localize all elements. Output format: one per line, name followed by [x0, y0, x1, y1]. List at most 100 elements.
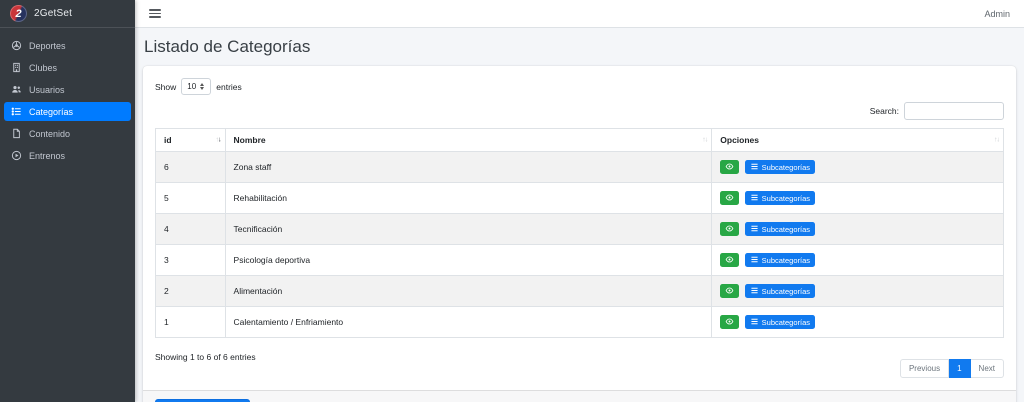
eye-icon	[725, 286, 734, 297]
categories-table: id ↑↓ Nombre ↑↓ Opciones ↑↓	[155, 128, 1004, 338]
sidebar-item-label: Contenido	[29, 129, 70, 139]
cell-opciones: Subcategorías	[712, 307, 1004, 338]
categories-card: Show 10 entries Search: id	[143, 66, 1016, 402]
cell-id: 1	[156, 307, 226, 338]
sidebar-item-usuarios[interactable]: Usuarios	[4, 80, 131, 99]
eye-icon	[725, 317, 734, 328]
sidebar-item-label: Deportes	[29, 41, 66, 51]
sidebar-item-clubes[interactable]: Clubes	[4, 58, 131, 77]
cell-opciones: Subcategorías	[712, 152, 1004, 183]
sidebar-nav: Deportes Clubes Usuarios Categorías Cont…	[0, 28, 135, 173]
list-icon	[11, 106, 22, 117]
sidebar-item-label: Usuarios	[29, 85, 65, 95]
select-arrows-icon	[200, 83, 204, 90]
search-input[interactable]	[904, 102, 1004, 120]
cell-opciones: Subcategorías	[712, 245, 1004, 276]
view-category-button[interactable]	[720, 284, 739, 298]
card-footer: Agregar categoría	[143, 390, 1016, 402]
table-row: 5 Rehabilitación Subcategorías	[156, 183, 1004, 214]
sort-icon: ↑↓	[702, 137, 707, 144]
file-icon	[11, 128, 22, 139]
topbar: Admin	[135, 0, 1024, 28]
view-category-button[interactable]	[720, 160, 739, 174]
sidebar: 2 2GetSet Deportes Clubes Usuarios Cate	[0, 0, 135, 402]
table-row: 2 Alimentación Subcategorías	[156, 276, 1004, 307]
sidebar-item-contenido[interactable]: Contenido	[4, 124, 131, 143]
eye-icon	[725, 193, 734, 204]
show-label: Show	[155, 82, 176, 92]
column-header-nombre[interactable]: Nombre ↑↓	[225, 129, 712, 152]
brand-name: 2GetSet	[34, 8, 72, 19]
page-title: Listado de Categorías	[144, 37, 1016, 57]
brand[interactable]: 2 2GetSet	[0, 0, 135, 28]
brand-logo-icon: 2	[10, 5, 27, 22]
sort-icon: ↑↓	[994, 137, 999, 144]
play-circle-icon	[11, 150, 22, 161]
view-category-button[interactable]	[720, 253, 739, 267]
search-control: Search:	[155, 102, 1004, 120]
cell-id: 5	[156, 183, 226, 214]
cell-nombre: Calentamiento / Enfriamiento	[225, 307, 712, 338]
menu-toggle-icon[interactable]	[149, 9, 161, 18]
sidebar-item-label: Categorías	[29, 107, 73, 117]
sidebar-item-label: Entrenos	[29, 151, 65, 161]
sidebar-item-categorias[interactable]: Categorías	[4, 102, 131, 121]
table-row: 4 Tecnificación Subcategorías	[156, 214, 1004, 245]
subcategories-button[interactable]: Subcategorías	[745, 222, 815, 236]
cell-id: 4	[156, 214, 226, 245]
view-category-button[interactable]	[720, 222, 739, 236]
list-icon	[750, 162, 759, 173]
admin-menu[interactable]: Admin	[984, 9, 1010, 19]
pagination-next-button[interactable]: Next	[971, 359, 1004, 378]
subcategories-button[interactable]: Subcategorías	[745, 284, 815, 298]
sidebar-item-entrenos[interactable]: Entrenos	[4, 146, 131, 165]
pagination-previous-button[interactable]: Previous	[900, 359, 949, 378]
cell-nombre: Alimentación	[225, 276, 712, 307]
content-area: Listado de Categorías Show 10 entries Se…	[135, 28, 1024, 402]
cell-opciones: Subcategorías	[712, 214, 1004, 245]
sidebar-item-label: Clubes	[29, 63, 57, 73]
entries-select-value: 10	[187, 82, 196, 91]
cell-nombre: Rehabilitación	[225, 183, 712, 214]
list-icon	[750, 224, 759, 235]
table-row: 1 Calentamiento / Enfriamiento Subcatego…	[156, 307, 1004, 338]
pagination-page-1-button[interactable]: 1	[949, 359, 970, 378]
eye-icon	[725, 255, 734, 266]
search-label: Search:	[870, 106, 899, 116]
cell-opciones: Subcategorías	[712, 183, 1004, 214]
users-icon	[11, 84, 22, 95]
table-row: 6 Zona staff Subcategorías	[156, 152, 1004, 183]
subcategories-button[interactable]: Subcategorías	[745, 160, 815, 174]
table-row: 3 Psicología deportiva Subcategorías	[156, 245, 1004, 276]
entries-select[interactable]: 10	[181, 78, 211, 95]
cell-id: 2	[156, 276, 226, 307]
view-category-button[interactable]	[720, 191, 739, 205]
list-icon	[750, 193, 759, 204]
pagination: Previous 1 Next	[900, 359, 1004, 378]
subcategories-button[interactable]: Subcategorías	[745, 191, 815, 205]
building-icon	[11, 62, 22, 73]
cell-nombre: Zona staff	[225, 152, 712, 183]
subcategories-button[interactable]: Subcategorías	[745, 253, 815, 267]
entries-label: entries	[216, 82, 242, 92]
cell-nombre: Psicología deportiva	[225, 245, 712, 276]
subcategories-button[interactable]: Subcategorías	[745, 315, 815, 329]
cell-id: 6	[156, 152, 226, 183]
sidebar-item-deportes[interactable]: Deportes	[4, 36, 131, 55]
entries-length-control: Show 10 entries	[155, 78, 1004, 95]
view-category-button[interactable]	[720, 315, 739, 329]
cell-id: 3	[156, 245, 226, 276]
list-icon	[750, 317, 759, 328]
table-info: Showing 1 to 6 of 6 entries	[155, 350, 256, 362]
table-header-row: id ↑↓ Nombre ↑↓ Opciones ↑↓	[156, 129, 1004, 152]
eye-icon	[725, 224, 734, 235]
list-icon	[750, 286, 759, 297]
column-header-opciones[interactable]: Opciones ↑↓	[712, 129, 1004, 152]
futbol-icon	[11, 40, 22, 51]
cell-opciones: Subcategorías	[712, 276, 1004, 307]
eye-icon	[725, 162, 734, 173]
list-icon	[750, 255, 759, 266]
sort-icon: ↑↓	[216, 137, 221, 144]
cell-nombre: Tecnificación	[225, 214, 712, 245]
column-header-id[interactable]: id ↑↓	[156, 129, 226, 152]
